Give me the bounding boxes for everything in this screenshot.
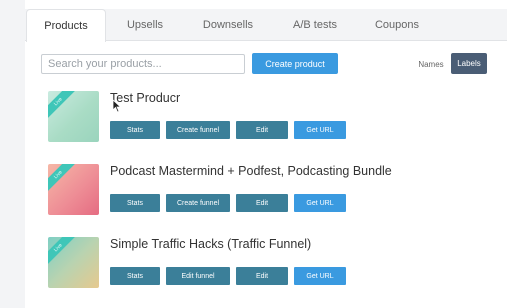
- product-title[interactable]: Simple Traffic Hacks (Traffic Funnel): [110, 237, 311, 251]
- product-thumbnail[interactable]: Live: [48, 164, 99, 215]
- get-url-button[interactable]: Get URL: [294, 121, 346, 139]
- tab-coupons[interactable]: Coupons: [358, 9, 436, 42]
- edit-button[interactable]: Edit: [236, 267, 288, 285]
- tab-label: Upsells: [126, 19, 164, 31]
- edit-funnel-button[interactable]: Edit funnel: [166, 267, 230, 285]
- product-actions: Stats Edit funnel Edit Get URL: [110, 267, 352, 285]
- product-row: Live Podcast Mastermind + Podfest, Podca…: [48, 164, 488, 220]
- create-product-button[interactable]: Create product: [252, 53, 338, 74]
- search-input[interactable]: [41, 54, 245, 74]
- get-url-button[interactable]: Get URL: [294, 194, 346, 212]
- product-actions: Stats Create funnel Edit Get URL: [110, 194, 352, 212]
- create-funnel-button[interactable]: Create funnel: [166, 194, 230, 212]
- stats-button[interactable]: Stats: [110, 121, 160, 139]
- stats-button[interactable]: Stats: [110, 267, 160, 285]
- tab-downsells[interactable]: Downsells: [184, 9, 272, 42]
- tab-ab-tests[interactable]: A/B tests: [272, 9, 358, 42]
- status-ribbon: Live: [48, 237, 77, 267]
- tab-products[interactable]: Products: [26, 9, 106, 42]
- status-ribbon: Live: [48, 91, 77, 121]
- product-actions: Stats Create funnel Edit Get URL: [110, 121, 352, 139]
- product-title[interactable]: Podcast Mastermind + Podfest, Podcasting…: [110, 164, 392, 178]
- status-ribbon: Live: [48, 164, 77, 194]
- mouse-cursor-icon: [112, 99, 122, 113]
- tab-label: A/B tests: [292, 19, 338, 31]
- tab-label: Products: [26, 9, 106, 42]
- tab-label: Downsells: [202, 19, 254, 31]
- view-toggle-labels[interactable]: Labels: [451, 53, 487, 74]
- product-thumbnail[interactable]: Live: [48, 91, 99, 142]
- get-url-button[interactable]: Get URL: [294, 267, 346, 285]
- edit-button[interactable]: Edit: [236, 194, 288, 212]
- create-funnel-button[interactable]: Create funnel: [166, 121, 230, 139]
- tab-label: Coupons: [374, 19, 420, 31]
- view-toggle-names[interactable]: Names: [414, 54, 448, 74]
- edit-button[interactable]: Edit: [236, 121, 288, 139]
- product-thumbnail[interactable]: Live: [48, 237, 99, 288]
- stats-button[interactable]: Stats: [110, 194, 160, 212]
- product-row: Live Simple Traffic Hacks (Traffic Funne…: [48, 237, 488, 293]
- tab-upsells[interactable]: Upsells: [106, 9, 184, 42]
